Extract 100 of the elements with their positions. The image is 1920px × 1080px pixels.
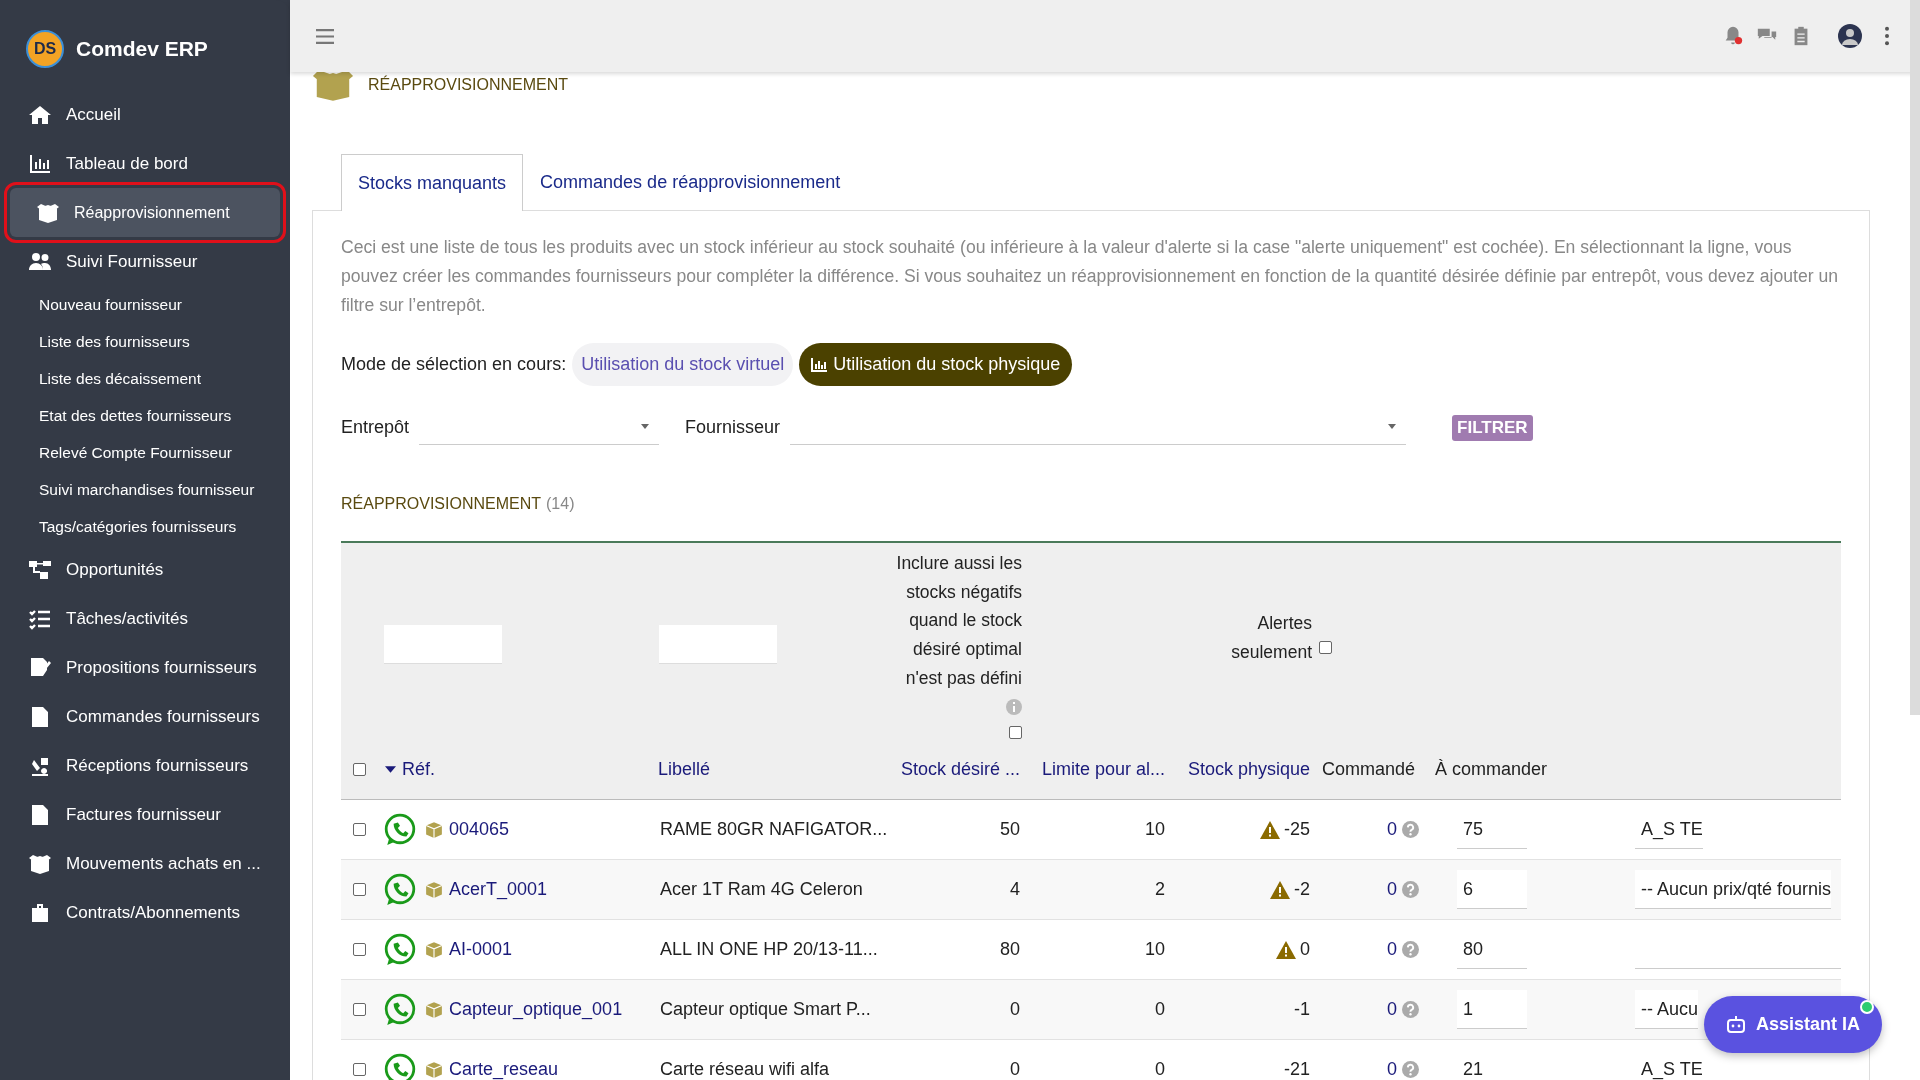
table-cell-text: 10	[1143, 819, 1166, 841]
product-label: ALL IN ONE HP 20/13-11...	[659, 939, 879, 961]
sidebar-subitem[interactable]: Tags/catégories fournisseurs	[0, 508, 290, 545]
section-count: (14)	[546, 495, 575, 512]
dropdown-caret-icon	[641, 424, 650, 429]
more-options-icon[interactable]	[1884, 26, 1890, 46]
checkbox[interactable]	[1319, 641, 1332, 655]
column-header[interactable]: Limite pour al...	[1041, 758, 1165, 780]
column-header[interactable]: Réf.	[402, 758, 435, 780]
sidebar-subitem[interactable]: Liste des fournisseurs	[0, 323, 290, 360]
table-cell-text: 0	[1154, 1059, 1166, 1080]
ordered-link[interactable]: 0	[1387, 879, 1397, 901]
product-label: Capteur optique Smart P...	[659, 999, 872, 1021]
sidebar-subitem[interactable]: Nouveau fournisseur	[0, 286, 290, 323]
mode-button[interactable]: Utilisation du stock virtuel	[572, 343, 794, 386]
mode-label: Mode de sélection en cours:	[341, 354, 567, 375]
whatsapp-icon[interactable]	[383, 992, 417, 1027]
sidebar-item[interactable]: Mouvements achats en ...	[0, 839, 290, 888]
table-cell: 0	[1300, 939, 1310, 961]
sidebar-item[interactable]: Propositions fournisseurs	[0, 643, 290, 692]
table-cell: -25	[1284, 819, 1310, 841]
label-filter-field[interactable]	[659, 624, 777, 664]
whatsapp-icon[interactable]	[383, 872, 417, 907]
table-cell-text: 0	[1154, 999, 1166, 1021]
app-name: Comdev ERP	[76, 37, 208, 61]
description-text: Ceci est une liste de tous les produits avec un stock inférieur au stock souhaité (ou inférieure à la valeur d'alerte si la case "alerte uniquement" est cochée). En sélectionnant la ligne, vous pouvez créer les commandes fournisseurs pour compléter la différence. Si vous souhaitez un réapprovisionnement en fonction de la quantité désirée définie par entrepôt, vous devez ajouter un filtre sur l’entrepôt.	[341, 236, 1839, 317]
table-cell-text: 10	[1143, 939, 1166, 961]
robot-icon	[1725, 1014, 1746, 1035]
row-checkbox[interactable]	[353, 823, 366, 837]
ordered-link[interactable]: 0	[1387, 999, 1397, 1021]
bar-chart-icon	[811, 357, 828, 372]
column-header[interactable]: Stock désiré ...	[900, 758, 1020, 780]
mode-button[interactable]: Utilisation du stock physique	[799, 343, 1073, 386]
column-header[interactable]: Stock physique	[1187, 758, 1310, 780]
help-icon	[1402, 1001, 1419, 1019]
quantity-field[interactable]: 6	[1457, 870, 1527, 910]
sidebar-item[interactable]: Accueil	[0, 90, 290, 139]
sort-caret-icon[interactable]	[385, 765, 396, 773]
sidebar-item[interactable]: Opportunités	[0, 545, 290, 594]
info-icon	[1006, 698, 1022, 715]
sidebar-subitem[interactable]: Suivi marchandises fournisseur	[0, 471, 290, 508]
table-cell: -21	[1284, 1059, 1310, 1080]
menu-icon[interactable]	[316, 28, 334, 44]
column-header[interactable]: Libellé	[658, 758, 711, 780]
row-checkbox[interactable]	[353, 1063, 366, 1077]
ordered-link[interactable]: 0	[1387, 819, 1397, 841]
table-cell-text: 50	[998, 819, 1021, 841]
table-cell-text: 4	[1009, 879, 1021, 901]
quantity-field[interactable]: 1	[1457, 990, 1527, 1030]
ordered-link[interactable]: 0	[1387, 939, 1397, 961]
include-negative-label: Inclure aussi les stocks négatifs quand le stock désiré optimal n'est pas défini	[892, 549, 1022, 722]
sidebar-item[interactable]: Suivi Fournisseur	[0, 237, 290, 286]
product-ref-link[interactable]: AI-0001	[449, 939, 513, 961]
product-box-icon	[425, 820, 443, 839]
tab[interactable]: Stocks manquants	[341, 154, 524, 211]
whatsapp-icon[interactable]	[383, 812, 417, 847]
scrollbar[interactable]	[1910, 0, 1920, 715]
whatsapp-icon[interactable]	[383, 1052, 417, 1080]
table-cell: -2	[1294, 879, 1310, 901]
sidebar-item[interactable]: Tableau de bord	[0, 139, 290, 188]
warehouse-label: Entrepôt	[341, 417, 410, 438]
product-ref-link[interactable]: 004065	[449, 819, 510, 841]
table-cell-text: 0	[1009, 1059, 1021, 1080]
table-cell-text: 80	[998, 939, 1021, 961]
supplier-select[interactable]: -- Aucu	[1635, 990, 1699, 1030]
dropdown-caret-icon	[1388, 424, 1397, 429]
sidebar-item[interactable]: Factures fournisseur	[0, 790, 290, 839]
sidebar-subitem[interactable]: Etat des dettes fournisseurs	[0, 397, 290, 434]
product-ref-link[interactable]: Carte_reseau	[449, 1059, 559, 1080]
column-label: À commander	[1435, 758, 1548, 780]
user-avatar[interactable]	[1838, 24, 1862, 48]
row-checkbox[interactable]	[353, 883, 366, 897]
column-label: Commandé	[1322, 758, 1416, 780]
supplier-select[interactable]: -- Aucun prix/qté fournis	[1635, 870, 1832, 910]
checkbox[interactable]	[1009, 726, 1022, 740]
table-cell: -1	[1294, 999, 1310, 1021]
sidebar-subitem[interactable]: Liste des décaissement	[0, 360, 290, 397]
row-checkbox[interactable]	[353, 943, 366, 957]
product-box-icon	[425, 880, 443, 899]
sidebar-item[interactable]: Contrats/Abonnements	[0, 888, 290, 937]
sidebar-subitem[interactable]: Relevé Compte Fournisseur	[0, 434, 290, 471]
sidebar-item[interactable]: Tâches/activités	[0, 594, 290, 643]
tab[interactable]: Commandes de réapprovisionnement	[523, 153, 858, 210]
help-icon	[1402, 881, 1419, 899]
product-box-icon	[425, 940, 443, 959]
whatsapp-icon[interactable]	[383, 932, 417, 967]
help-icon	[1402, 821, 1419, 839]
ref-filter-field[interactable]	[384, 624, 502, 664]
sidebar-item[interactable]: Commandes fournisseurs	[0, 692, 290, 741]
product-label: Carte réseau wifi alfa	[659, 1059, 831, 1080]
product-ref-link[interactable]: AcerT_0001	[449, 879, 548, 901]
product-ref-link[interactable]: Capteur_optique_001	[449, 999, 623, 1021]
select-all-checkbox[interactable]	[353, 762, 366, 776]
ordered-link[interactable]: 0	[1387, 1059, 1397, 1080]
supplier-label: Fournisseur	[685, 417, 781, 438]
sidebar-item[interactable]: Réceptions fournisseurs	[0, 741, 290, 790]
table-cell-text: 0	[1009, 999, 1021, 1021]
assistant-button[interactable]: Assistant IA	[1703, 996, 1882, 1053]
row-checkbox[interactable]	[353, 1003, 366, 1017]
filter-button[interactable]: FILTRER	[1452, 414, 1533, 441]
